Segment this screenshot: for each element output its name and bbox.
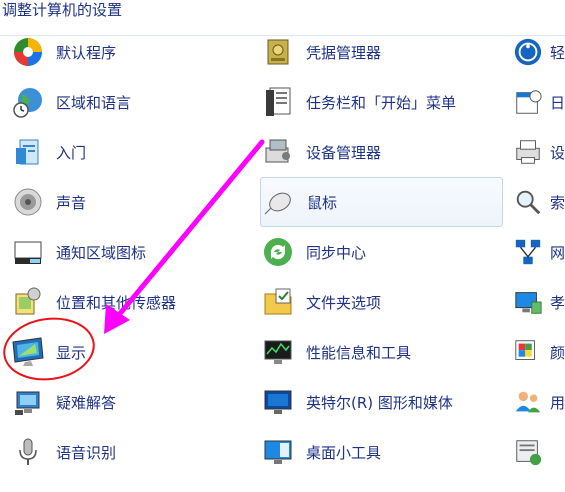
monitor-icon [10,335,46,369]
item-display[interactable]: 显示 [10,335,250,369]
item-label: 疑难解答 [56,393,117,412]
gadgets-icon [260,435,296,469]
globe-clock-icon [10,85,46,119]
item-desktop-gadgets[interactable]: 桌面小工具 [260,435,503,469]
item-color-management[interactable]: 颜 [510,335,565,369]
item-taskbar-start-menu[interactable]: 任务栏和「开始」菜单 [260,85,503,119]
item-default-programs[interactable]: 默认程序 [10,35,250,69]
item-sound[interactable]: 声音 [10,185,250,219]
item-mouse[interactable]: 鼠标 [260,177,503,227]
item-date-time[interactable]: 日 [510,85,565,119]
item-label: 日 [550,93,565,112]
color-icon [510,335,546,369]
item-getting-started[interactable]: 入门 [10,135,250,169]
item-label: 桌面小工具 [306,443,382,462]
vault-icon [260,35,296,69]
item-label: 显示 [56,343,87,362]
item-folder-options[interactable]: 文件夹选项 [260,285,503,319]
item-label: 同步中心 [306,243,367,262]
item-intel-graphics[interactable]: 英特尔(R) 图形和媒体 [260,385,503,419]
item-notification-icons[interactable]: 通知区域图标 [10,235,250,269]
power-options-icon [510,285,546,319]
item-programs[interactable] [510,435,565,469]
item-label: 区域和语言 [56,93,132,112]
intel-graphics-icon [260,385,296,419]
item-label: 通知区域图标 [56,243,147,262]
item-label: 设 [550,143,565,162]
indexing-icon [510,185,546,219]
item-indexing[interactable]: 索 [510,185,565,219]
device-manager-icon [260,135,296,169]
folder-options-icon [260,285,296,319]
item-label: 网 [550,243,565,262]
item-power[interactable]: 孝 [510,285,565,319]
item-label: 孝 [550,293,565,312]
network-icon [510,235,546,269]
item-label: 语音识别 [56,443,117,462]
devices-printers-icon [510,135,546,169]
item-devices-printers[interactable]: 设 [510,135,565,169]
speaker-icon [10,185,46,219]
item-label: 声音 [56,193,87,212]
programs-icon [510,435,546,469]
item-label: 颜 [550,343,565,362]
item-label: 文件夹选项 [306,293,382,312]
item-performance-tools[interactable]: 性能信息和工具 [260,335,503,369]
item-label: 设备管理器 [306,143,382,162]
item-label: 入门 [56,143,87,162]
item-troubleshooting[interactable]: 疑难解答 [10,385,250,419]
microphone-icon [10,435,46,469]
item-label: 鼠标 [307,193,338,212]
item-network[interactable]: 网 [510,235,565,269]
ease-of-access-icon [510,35,546,69]
troubleshooting-icon [10,385,46,419]
user-accounts-icon [510,385,546,419]
item-label: 凭据管理器 [306,43,382,62]
notification-area-icon [10,235,46,269]
sensor-icon [10,285,46,319]
item-ease-of-access[interactable]: 轻 [510,35,565,69]
item-label: 位置和其他传感器 [56,293,177,312]
getting-started-icon [10,135,46,169]
item-label: 默认程序 [56,43,117,62]
item-credential-manager[interactable]: 凭据管理器 [260,35,503,69]
item-sync-center[interactable]: 同步中心 [260,235,503,269]
page-title: 调整计算机的设置 [2,1,123,19]
item-label: 英特尔(R) 图形和媒体 [306,393,453,412]
item-location-sensors[interactable]: 位置和其他传感器 [10,285,250,319]
default-programs-icon [10,35,46,69]
performance-icon [260,335,296,369]
mouse-icon [261,185,297,219]
item-user-accounts[interactable]: 用 [510,385,565,419]
calendar-icon [510,85,546,119]
sync-icon [260,235,296,269]
item-label: 用 [550,393,565,412]
item-label: 性能信息和工具 [306,343,412,362]
item-region-language[interactable]: 区域和语言 [10,85,250,119]
item-device-manager[interactable]: 设备管理器 [260,135,503,169]
item-speech-recognition[interactable]: 语音识别 [10,435,250,469]
taskbar-icon [260,85,296,119]
item-label: 索 [550,193,565,212]
item-label: 任务栏和「开始」菜单 [306,93,457,112]
item-label: 轻 [550,43,565,62]
